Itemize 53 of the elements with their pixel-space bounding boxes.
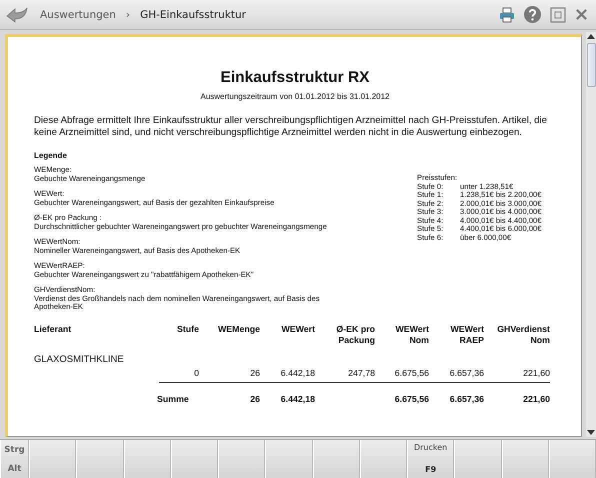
help-icon[interactable] [524,6,541,23]
function-key[interactable] [312,440,360,478]
report-title: Einkaufsstruktur RX [219,69,370,87]
legend-title: Legende [34,151,68,160]
table-cell-text: 0 [193,366,199,380]
column-header: WEWert Nom [394,324,429,346]
window-icon[interactable] [550,6,566,22]
breadcrumb-item[interactable]: Auswertungen [40,8,116,20]
column-header: WEWert RAEP [449,324,484,346]
modifier-label: Alt [8,464,22,474]
back-arrow-icon[interactable] [6,6,28,22]
scrollbar[interactable] [586,32,596,437]
modifier-key[interactable]: Strg Alt [0,440,29,478]
close-icon[interactable] [575,8,588,21]
scroll-up-icon[interactable] [587,34,595,39]
column-header: Lieferant [34,324,72,336]
column-header: WEMenge [216,324,260,336]
table-cell-text: 221,60 [522,366,550,380]
breadcrumb-item: GH-Einkaufsstruktur [140,8,246,20]
table-cell-text: 6.675,56 [394,366,429,380]
function-key[interactable] [502,440,549,478]
function-key[interactable] [218,440,266,478]
function-key[interactable] [29,440,76,478]
total-cell-text: 6.657,36 [448,392,484,406]
printer-icon[interactable] [499,6,515,22]
scroll-down-icon[interactable] [587,430,595,435]
column-header: WEWert [280,324,315,336]
function-key[interactable] [170,440,218,478]
column-header: Stufe [176,324,199,336]
total-label: Summe [157,392,190,406]
report-period: Auswertungszeitraum von 01.01.2012 bis 31.01.2012 [199,92,390,101]
function-key[interactable] [265,440,312,478]
total-cell-text: 6.442,18 [280,392,315,406]
function-key[interactable] [548,440,596,478]
function-key[interactable] [454,440,502,478]
column-header: Ø-EK pro Packung [335,324,375,346]
total-cell-text: 26 [249,392,260,406]
table-cell-text: 6.442,18 [280,366,315,380]
total-cell-text: 221,60 [522,392,550,406]
scrollbar-thumb[interactable] [586,43,596,87]
function-key[interactable] [124,440,171,478]
report-description: Diese Abfrage ermittelt Ihre Einkaufsstruktur aller verschreibungspflichtigen Arzneimittel nach GH-Preisstufen. Artikel, die keine Arzneimittel sind, und nicht verschreibungspflichtige Arzneimittel werden nicht in die Auswertung einbezogen. [34,115,548,139]
table-cell-text: 6.657,36 [448,366,484,380]
supplier-name: GLAXOSMITHKLINE [34,354,125,364]
table-cell-text: 26 [249,366,260,380]
function-key[interactable] [76,440,124,478]
breadcrumb-separator: › [126,8,130,20]
column-header: GHVerdienst Nom [496,324,550,346]
total-cell-text: 6.675,56 [394,392,429,406]
function-key[interactable]: Drucken F9 [407,440,454,478]
modifier-label: Strg [4,445,25,455]
function-key[interactable] [360,440,407,478]
table-cell-text: 247,78 [347,366,375,380]
